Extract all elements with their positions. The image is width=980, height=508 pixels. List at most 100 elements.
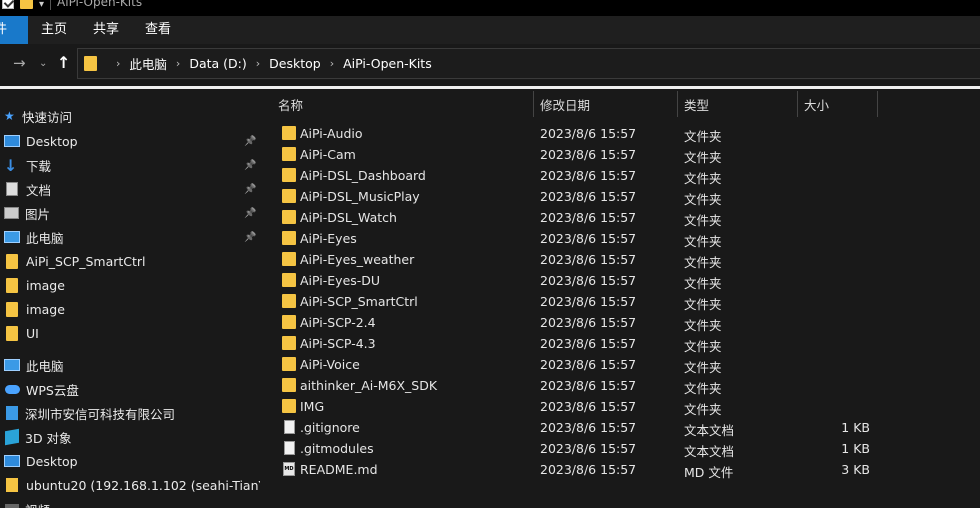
pin-icon[interactable]: 📌	[244, 184, 256, 195]
sidebar-item[interactable]: 图片 📌	[0, 202, 260, 224]
chevron-right-icon[interactable]: ›	[330, 57, 334, 70]
pin-icon[interactable]: 📌	[244, 160, 256, 171]
file-row[interactable]: AiPi-SCP_SmartCtrl 2023/8/6 15:57 文件夹	[260, 291, 980, 312]
sidebar-item[interactable]: 此电脑	[0, 354, 260, 376]
file-size: 3 KB	[841, 462, 870, 477]
sidebar-item-label: 此电脑	[26, 358, 64, 374]
recent-locations-chevron-icon[interactable]: ⌄	[39, 58, 47, 69]
customize-toolbar-icon[interactable]: ▾	[39, 0, 44, 10]
pin-icon[interactable]: 📌	[244, 136, 256, 147]
breadcrumb-desktop[interactable]: Desktop	[269, 56, 321, 71]
sidebar-item[interactable]: ↓ 下载 📌	[0, 154, 260, 176]
file-date: 2023/8/6 15:57	[540, 315, 637, 330]
sidebar-item[interactable]: 视频	[0, 498, 260, 508]
pin-icon[interactable]: 📌	[244, 232, 256, 243]
address-bar[interactable]: › 此电脑 › Data (D:) › Desktop › AiPi-Open-…	[77, 48, 980, 79]
folder-icon	[6, 301, 18, 317]
sidebar-item[interactable]: Desktop 📌	[0, 130, 260, 152]
file-date: 2023/8/6 15:57	[540, 168, 637, 183]
computer-icon	[4, 359, 20, 371]
breadcrumb-current-folder[interactable]: AiPi-Open-Kits	[343, 56, 432, 71]
file-row[interactable]: .gitmodules 2023/8/6 15:57 文本文档 1 KB	[260, 438, 980, 459]
sidebar-item[interactable]: 3D 对象	[0, 426, 260, 448]
file-row[interactable]: aithinker_Ai-M6X_SDK 2023/8/6 15:57 文件夹	[260, 375, 980, 396]
pin-icon[interactable]: 📌	[244, 208, 256, 219]
sidebar-item[interactable]: UI	[0, 322, 260, 344]
chevron-right-icon[interactable]: ›	[116, 57, 120, 70]
column-header-name[interactable]: 名称	[278, 91, 303, 117]
sidebar-item-label: AiPi_SCP_SmartCtrl	[26, 253, 146, 269]
file-row[interactable]: AiPi-SCP-4.3 2023/8/6 15:57 文件夹	[260, 333, 980, 354]
file-row[interactable]: AiPi-Eyes-DU 2023/8/6 15:57 文件夹	[260, 270, 980, 291]
sidebar-item[interactable]: ubuntu20 (192.168.1.102 (seahi-TianYi510	[0, 474, 260, 496]
file-row[interactable]: AiPi-Cam 2023/8/6 15:57 文件夹	[260, 144, 980, 165]
sidebar-item[interactable]: 文档 📌	[0, 178, 260, 200]
file-name: .gitignore	[300, 420, 360, 435]
folder-icon	[6, 277, 18, 293]
sidebar-item[interactable]: 深圳市安信可科技有限公司	[0, 402, 260, 424]
tab-home[interactable]: 主页	[28, 16, 80, 44]
file-size: 1 KB	[841, 420, 870, 435]
sidebar-item[interactable]: WPS云盘	[0, 378, 260, 400]
folder-icon	[6, 253, 18, 269]
star-icon: ★	[4, 109, 15, 123]
computer-icon	[4, 231, 20, 243]
cube-icon	[5, 428, 19, 446]
file-row[interactable]: AiPi-SCP-2.4 2023/8/6 15:57 文件夹	[260, 312, 980, 333]
sidebar-item[interactable]: image	[0, 274, 260, 296]
chevron-right-icon[interactable]: ›	[256, 57, 260, 70]
tab-file[interactable]: 件	[0, 16, 28, 44]
file-list: ˄ 名称 修改日期 类型 大小 AiPi-Audio 2023/8/6 15:57…	[260, 89, 980, 508]
file-row[interactable]: AiPi-Audio 2023/8/6 15:57 文件夹	[260, 123, 980, 144]
file-row[interactable]: .gitignore 2023/8/6 15:57 文本文档 1 KB	[260, 417, 980, 438]
network-drive-icon	[6, 478, 18, 492]
chevron-right-icon[interactable]: ›	[176, 57, 180, 70]
column-header-type[interactable]: 类型	[684, 91, 709, 117]
file-type: 文件夹	[684, 402, 722, 417]
file-date: 2023/8/6 15:57	[540, 231, 637, 246]
folder-icon	[282, 273, 296, 287]
breadcrumb-data-drive[interactable]: Data (D:)	[189, 56, 246, 71]
checkbox-icon[interactable]	[2, 0, 14, 9]
file-row[interactable]: AiPi-DSL_Dashboard 2023/8/6 15:57 文件夹	[260, 165, 980, 186]
file-row[interactable]: AiPi-Voice 2023/8/6 15:57 文件夹	[260, 354, 980, 375]
up-arrow-icon[interactable]: ↑	[57, 53, 70, 72]
sidebar-item[interactable]: Desktop	[0, 450, 260, 472]
file-row[interactable]: AiPi-Eyes 2023/8/6 15:57 文件夹	[260, 228, 980, 249]
sidebar-item[interactable]: image	[0, 298, 260, 320]
breadcrumb-this-pc[interactable]: 此电脑	[129, 54, 167, 73]
sidebar-item[interactable]: ★ 快速访问	[0, 105, 260, 127]
tab-share[interactable]: 共享	[80, 16, 132, 44]
column-header-size[interactable]: 大小	[804, 91, 829, 117]
new-folder-icon[interactable]	[20, 0, 33, 9]
file-type: 文本文档	[684, 444, 735, 459]
column-resize-handle[interactable]	[677, 91, 678, 117]
file-row[interactable]: AiPi-Eyes_weather 2023/8/6 15:57 文件夹	[260, 249, 980, 270]
quick-access-toolbar: ▾ AiPi-Open-Kits	[2, 0, 142, 11]
file-row[interactable]: MD README.md 2023/8/6 15:57 MD 文件 3 KB	[260, 459, 980, 480]
folder-icon	[282, 168, 296, 182]
file-type: 文件夹	[684, 339, 722, 354]
tab-view[interactable]: 查看	[132, 16, 184, 44]
column-resize-handle[interactable]	[533, 91, 534, 117]
file-row[interactable]: AiPi-DSL_MusicPlay 2023/8/6 15:57 文件夹	[260, 186, 980, 207]
file-row[interactable]: AiPi-DSL_Watch 2023/8/6 15:57 文件夹	[260, 207, 980, 228]
column-header-date[interactable]: 修改日期	[540, 91, 590, 117]
file-type: 文件夹	[684, 213, 722, 228]
video-icon	[5, 504, 19, 508]
file-date: 2023/8/6 15:57	[540, 252, 637, 267]
forward-arrow-icon[interactable]: →	[13, 54, 26, 72]
sidebar-item-label: 图片	[25, 206, 51, 222]
file-date: 2023/8/6 15:57	[540, 126, 637, 141]
file-row[interactable]: IMG 2023/8/6 15:57 文件夹	[260, 396, 980, 417]
sidebar-item[interactable]: 此电脑 📌	[0, 226, 260, 248]
sidebar-item[interactable]: AiPi_SCP_SmartCtrl	[0, 250, 260, 272]
sidebar-item-label: UI	[26, 325, 39, 341]
file-type: 文件夹	[684, 192, 722, 207]
file-name: AiPi-SCP_SmartCtrl	[300, 294, 418, 309]
file-type: 文件夹	[684, 297, 722, 312]
column-resize-handle[interactable]	[797, 91, 798, 117]
file-date: 2023/8/6 15:57	[540, 336, 637, 351]
column-resize-handle[interactable]	[877, 91, 878, 117]
md-file-icon: MD	[283, 462, 295, 476]
